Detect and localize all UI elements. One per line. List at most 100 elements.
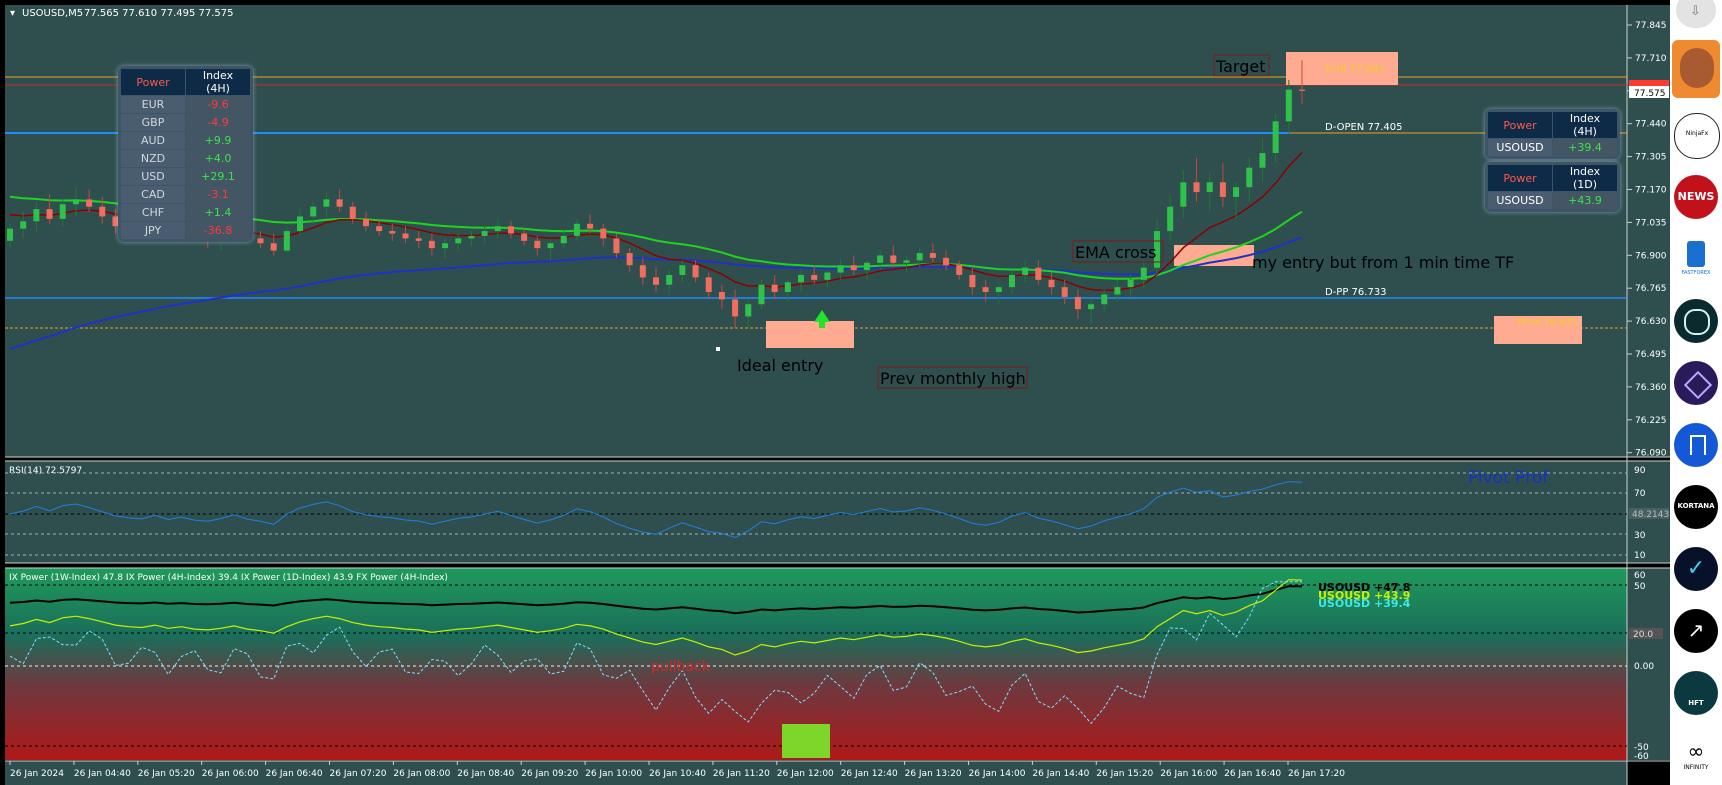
candle-body (811, 274, 818, 280)
svg-text:-60: -60 (1634, 752, 1649, 762)
sidebar-diamond-app[interactable] (1674, 361, 1718, 405)
currency-value: -9.6 (186, 96, 250, 113)
candle-body (46, 209, 53, 219)
bookmark-icon (1690, 435, 1706, 455)
candle-body (666, 274, 673, 285)
currency-label: JPY (121, 222, 185, 239)
ix-highlight-box (782, 724, 830, 758)
candle-body (336, 199, 343, 207)
kortana-logo-icon: KORTANA (1677, 502, 1715, 510)
candle-body (877, 255, 884, 263)
candle-body (995, 287, 1002, 293)
sidebar-hft[interactable]: HFT (1674, 671, 1718, 715)
candle-body (507, 226, 514, 234)
power-row: CAD -3.1 (121, 186, 250, 203)
sidebar-fastforex[interactable]: FASTFOREX (1674, 237, 1718, 281)
chart-title-arrow-icon[interactable]: ▾ (10, 8, 15, 19)
power-row: NZD +4.0 (121, 150, 250, 167)
candle-body (402, 233, 409, 239)
target-annotation: Target (1215, 57, 1266, 76)
candle-body (837, 265, 844, 273)
candle-body (639, 265, 646, 278)
candle-body (389, 231, 396, 234)
time-tick: 26 Jan 12:40 (841, 769, 898, 779)
ema-cross-annotation: EMA cross (1075, 243, 1156, 262)
candle-body (1206, 182, 1213, 193)
currency-value: +1.4 (186, 204, 250, 221)
candle-body (692, 265, 699, 278)
power-row: USD +29.1 (121, 168, 250, 185)
candle-body (969, 274, 976, 288)
candle-body (468, 235, 475, 239)
sidebar-download-button[interactable]: ⇩ (1676, 0, 1716, 28)
candle-body (1061, 287, 1068, 297)
candle-body (1035, 267, 1042, 280)
currency-label: USD (121, 168, 185, 185)
candle-body (323, 199, 330, 207)
time-tick: 26 Jan 05:20 (138, 769, 195, 779)
candle-body (33, 209, 40, 222)
power-row: AUD +9.9 (121, 132, 250, 149)
ninjafx-logo-icon: NinjaFx (1685, 130, 1709, 137)
currency-label: CAD (121, 186, 185, 203)
sidebar-infinity[interactable]: ∞ INFINITY (1674, 733, 1718, 777)
price-tick: 76.360 (1635, 383, 1667, 393)
sidebar-kortana[interactable]: KORTANA (1674, 485, 1718, 529)
sidebar-avatar[interactable] (1672, 40, 1720, 98)
candle-body (798, 274, 805, 283)
candle-body (428, 240, 435, 249)
app-sidebar: ⇩ NinjaFx NEWS FASTFOREX KORTANA ✓ ↗ HFT… (1670, 0, 1722, 785)
candle-body (600, 228, 607, 239)
candle-body (718, 292, 725, 300)
candle-body (1048, 279, 1055, 288)
candle-body (903, 260, 910, 263)
chart-up-icon: ↗ (1687, 618, 1705, 642)
candle-body (20, 221, 27, 229)
candle-body (1114, 287, 1121, 295)
marker-dot (716, 347, 720, 351)
candle-body (745, 304, 752, 317)
candle-body (1167, 206, 1174, 232)
index-header: Index (4H) (186, 69, 250, 95)
candle-body (573, 223, 580, 236)
pullback-annotation: pullback (651, 659, 711, 675)
power-row: EUR -9.6 (121, 96, 250, 113)
time-tick: 26 Jan 10:00 (585, 769, 642, 779)
candle-body (956, 265, 963, 275)
time-tick: 26 Jan 07:20 (330, 769, 387, 779)
sidebar-check-app[interactable]: ✓ (1674, 547, 1718, 591)
candle-body (481, 231, 488, 236)
power-header: Power (121, 69, 185, 95)
price-tick: 76.495 (1635, 350, 1667, 360)
time-tick: 26 Jan 14:40 (1032, 769, 1089, 779)
candle-body (1233, 187, 1240, 197)
news-icon: NEWS (1677, 190, 1715, 203)
power-row: JPY -36.8 (121, 222, 250, 239)
candle-body (1127, 279, 1134, 288)
ix-label: IX Power (1W-Index) 47.8 IX Power (4H-In… (9, 573, 448, 583)
candle-body (679, 265, 686, 275)
ix-series-3-label: USOUSD +39.4 (1318, 597, 1411, 610)
sidebar-ninjafx[interactable]: NinjaFx (1674, 113, 1720, 159)
time-tick: 26 Jan 13:20 (905, 769, 962, 779)
svg-text:60: 60 (1634, 571, 1646, 581)
sidebar-chart-app[interactable]: ↗ (1674, 609, 1718, 653)
time-tick: 26 Jan 15:20 (1096, 769, 1153, 779)
currency-value: +9.9 (186, 132, 250, 149)
time-tick: 26 Jan 06:00 (202, 769, 259, 779)
usousd-index-4h-table: Power Index (4H) USOUSD +39.4 (1485, 109, 1620, 159)
trading-chart[interactable]: ▾ USOUSD,M5 77.565 77.610 77.495 77.575 … (0, 0, 1722, 785)
currency-power-table: Power Index (4H) EUR -9.6 GBP -4.9 AUD +9.9 NZ… (118, 66, 253, 242)
sidebar-bookmark[interactable] (1674, 423, 1718, 467)
candle-body (297, 216, 304, 232)
currency-label: EUR (121, 96, 185, 113)
candle-body (1008, 274, 1015, 288)
currency-value: +29.1 (186, 168, 250, 185)
power-row: CHF +1.4 (121, 204, 250, 221)
sidebar-news[interactable]: NEWS (1674, 175, 1718, 219)
svg-text:0.00: 0.00 (1634, 662, 1654, 672)
svg-text:90: 90 (1634, 466, 1646, 476)
sidebar-circle-app[interactable] (1674, 299, 1718, 343)
currency-label: NZD (121, 150, 185, 167)
m-hi-label: M-Hi 76.621 (1518, 317, 1579, 328)
